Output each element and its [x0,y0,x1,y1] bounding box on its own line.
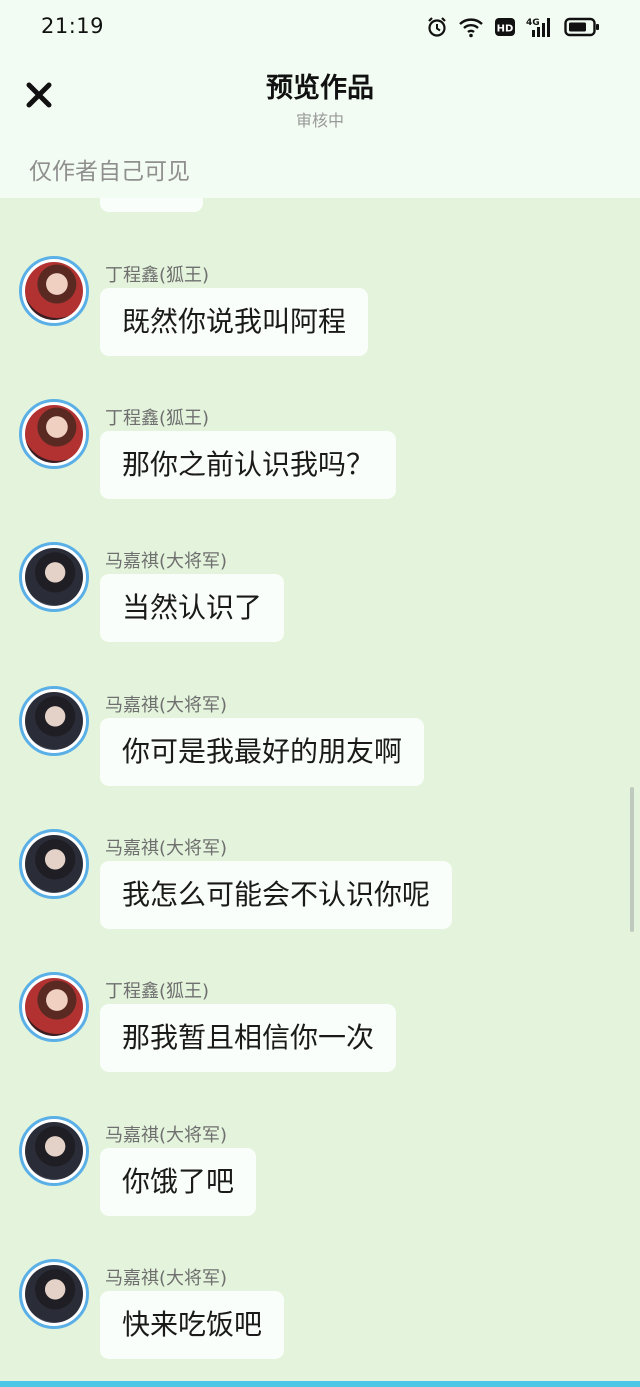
chat-message: 马嘉祺(大将军) 快来吃饭吧 [0,1259,640,1379]
sender-name: 丁程鑫(狐王) [105,408,210,429]
alarm-icon [426,16,448,42]
sender-name: 马嘉祺(大将军) [105,1268,228,1289]
chat-message: 马嘉祺(大将军) 当然认识了 [0,542,640,662]
sender-name: 丁程鑫(狐王) [105,265,210,286]
chat-message: 马嘉祺(大将军) 你饿了吧 [0,1116,640,1236]
chat-message: 丁程鑫(狐王) 那我暂且相信你一次 [0,972,640,1092]
avatar[interactable] [19,829,89,899]
status-icons: HD 4G [426,16,600,42]
bottom-accent-bar [0,1381,640,1387]
chat-message: 马嘉祺(大将军) 你可是我最好的朋友啊 [0,686,640,806]
chat-area[interactable]: 丁程鑫(狐王) 既然你说我叫阿程 丁程鑫(狐王) 那你之前认识我吗？ 马嘉祺(大… [0,198,640,1381]
header: 预览作品 审核中 仅作者自己可见 [0,56,640,198]
avatar[interactable] [19,1116,89,1186]
message-bubble[interactable]: 你可是我最好的朋友啊 [100,718,425,786]
avatar[interactable] [19,542,89,612]
message-bubble[interactable]: 那你之前认识我吗？ [100,431,397,499]
avatar[interactable] [19,256,89,326]
avatar[interactable] [19,1259,89,1329]
sender-name: 马嘉祺(大将军) [105,1125,228,1146]
review-status: 审核中 [295,111,344,130]
chat-message: 马嘉祺(大将军) 我怎么可能会不认识你呢 [0,829,640,949]
scrollbar[interactable] [630,787,634,932]
avatar[interactable] [19,972,89,1042]
signal-4g-icon: 4G [526,16,554,42]
visibility-note: 仅作者自己可见 [29,159,190,185]
message-bubble[interactable]: 我怎么可能会不认识你呢 [100,861,453,929]
sender-name: 马嘉祺(大将军) [105,838,228,859]
battery-icon [564,17,600,41]
sender-name: 马嘉祺(大将军) [105,695,228,716]
avatar[interactable] [19,686,89,756]
hd-icon: HD [494,17,516,41]
page-title: 预览作品 [266,73,374,104]
wifi-icon [458,16,484,42]
previous-message-bubble [100,198,203,212]
svg-text:HD: HD [497,24,514,35]
message-bubble[interactable]: 那我暂且相信你一次 [100,1004,397,1072]
svg-text:4G: 4G [526,18,540,28]
message-bubble[interactable]: 快来吃饭吧 [100,1291,285,1359]
message-bubble[interactable]: 你饿了吧 [100,1148,257,1216]
chat-message: 丁程鑫(狐王) 既然你说我叫阿程 [0,256,640,376]
chat-message: 丁程鑫(狐王) 那你之前认识我吗？ [0,399,640,519]
message-bubble[interactable]: 既然你说我叫阿程 [100,288,369,356]
status-time: 21:19 [41,14,105,38]
avatar[interactable] [19,399,89,469]
sender-name: 马嘉祺(大将军) [105,551,228,572]
message-bubble[interactable]: 当然认识了 [100,574,285,642]
sender-name: 丁程鑫(狐王) [105,981,210,1002]
status-bar: 21:19 HD 4G [0,0,640,56]
